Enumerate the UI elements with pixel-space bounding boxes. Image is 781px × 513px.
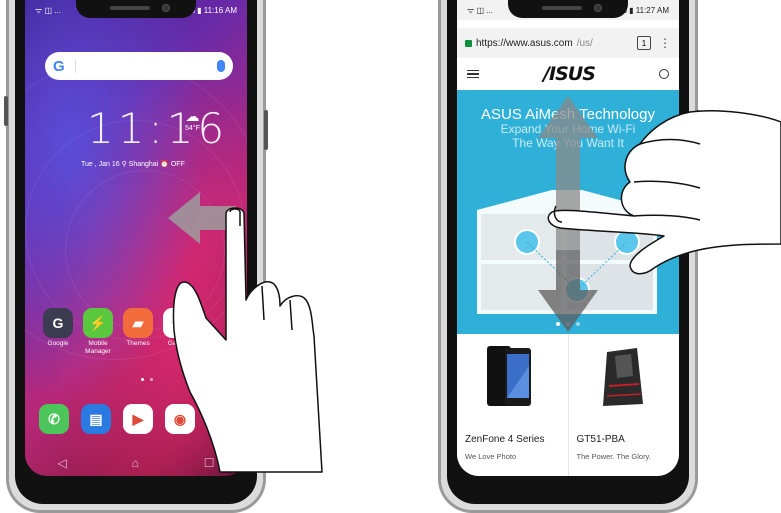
asus-logo[interactable]: /ISUS (543, 63, 596, 85)
hero-title: ASUS AiMesh Technology (481, 106, 655, 123)
app-icon: ✿ (163, 308, 193, 338)
browser-toolbar: https://www.asus.com/us/ 1 ⋮ (457, 28, 679, 58)
favorites-dock: ✆ ▤ ▶ ◉ ◙ (39, 404, 237, 434)
product-card[interactable]: GT51-PBA The Power. The Glory. (569, 334, 680, 476)
app-label: Gallery (167, 340, 189, 347)
product-name: GT51-PBA (576, 434, 625, 445)
page-dot (141, 378, 144, 381)
recent-apps-icon[interactable]: ☐ (204, 456, 215, 470)
app-label: Mobile Manager (85, 340, 111, 355)
camera-notch (508, 0, 628, 18)
app-themes[interactable]: ▰ Themes (123, 308, 153, 356)
cloud-icon: ☁ (185, 108, 200, 124)
phone-home-screen: ᯤ ◫ ... 86% ▮ 11:16 AM G 11:16 ☁ 54°F Tu… (4, 0, 268, 513)
volume-button (4, 96, 8, 126)
search-input[interactable] (75, 59, 217, 73)
app-icon: ✆ (39, 404, 69, 434)
carousel-dots (457, 322, 679, 326)
tab-switcher-button[interactable]: 1 (637, 36, 651, 50)
house-illustration (477, 186, 657, 314)
app-row: G Google ⚡ Mobile Manager ▰ Themes ✿ Gallery (43, 308, 193, 356)
site-header: /ISUS (457, 58, 679, 90)
phone-product-image (487, 346, 531, 406)
product-name: ZenFone 4 Series (465, 434, 545, 445)
app-messages[interactable]: ▤ (81, 404, 111, 434)
phone-browser: ᯤ ◫ ... 85% ▮ 11:27 AM https://www.asus.… (438, 0, 700, 513)
app-icon: ◙ (207, 404, 237, 434)
app-google[interactable]: G Google (43, 308, 73, 356)
app-camera[interactable]: ◙ (207, 404, 237, 434)
mic-icon[interactable] (217, 60, 225, 72)
desktop-product-image (602, 348, 643, 406)
page-indicator (141, 378, 153, 381)
hero-banner[interactable]: ASUS AiMesh Technology Expand Your Home … (457, 90, 679, 334)
hero-subtitle: Expand Your Home Wi-Fi The Way You Want … (500, 122, 636, 150)
manual-illustration: ᯤ ◫ ... 86% ▮ 11:16 AM G 11:16 ☁ 54°F Tu… (0, 0, 781, 513)
lock-icon (465, 39, 472, 47)
front-camera (162, 4, 170, 12)
menu-icon[interactable] (467, 69, 479, 79)
app-icon: ⚡ (83, 308, 113, 338)
phone-bezel: ᯤ ◫ ... 85% ▮ 11:27 AM https://www.asus.… (447, 0, 689, 504)
search-icon[interactable] (659, 69, 669, 79)
url-path: /us/ (576, 37, 593, 49)
status-icons-left: ᯤ ◫ ... (35, 5, 61, 15)
camera-notch (76, 0, 196, 18)
app-icon: G (43, 308, 73, 338)
product-tagline: We Love Photo (465, 452, 517, 461)
speaker-grille (110, 6, 150, 10)
status-icons-left: ᯤ ◫ ... (467, 5, 493, 15)
product-card[interactable]: ZenFone 4 Series We Love Photo (457, 334, 569, 476)
house-outline (477, 186, 657, 314)
address-bar[interactable]: https://www.asus.com/us/ (465, 32, 629, 54)
front-camera (594, 4, 602, 12)
app-label: Google (47, 340, 69, 347)
more-options-icon[interactable]: ⋮ (659, 36, 671, 50)
google-logo-icon: G (53, 57, 65, 75)
power-button (264, 110, 268, 150)
power-button (696, 110, 700, 150)
home-icon[interactable]: ⌂ (132, 456, 139, 470)
nav-bar: ◁ ⌂ ☐ (25, 450, 247, 476)
weather-widget[interactable]: ☁ 54°F (185, 108, 200, 132)
app-icon: ◉ (165, 404, 195, 434)
app-gallery[interactable]: ✿ Gallery (163, 308, 193, 356)
product-tagline: The Power. The Glory. (576, 452, 651, 461)
app-play-store[interactable]: ▶ (123, 404, 153, 434)
speaker-grille (542, 6, 582, 10)
clock-widget[interactable]: 11:16 (87, 104, 228, 153)
product-grid: ZenFone 4 Series We Love Photo GT51-PBA … (457, 334, 679, 476)
app-phone[interactable]: ✆ (39, 404, 69, 434)
back-icon[interactable]: ◁ (57, 456, 66, 470)
temperature: 54°F (185, 125, 200, 132)
google-search-bar[interactable]: G (45, 52, 233, 80)
browser-screen: ᯤ ◫ ... 85% ▮ 11:27 AM https://www.asus.… (457, 0, 679, 476)
app-icon: ▰ (123, 308, 153, 338)
app-chrome[interactable]: ◉ (165, 404, 195, 434)
app-label: Themes (126, 340, 150, 347)
page-dot (150, 378, 153, 381)
app-mobile-manager[interactable]: ⚡ Mobile Manager (83, 308, 113, 356)
home-screen: ᯤ ◫ ... 86% ▮ 11:16 AM G 11:16 ☁ 54°F Tu… (25, 0, 247, 476)
app-icon: ▤ (81, 404, 111, 434)
date-location-line: Tue , Jan 16 ⚲ Shanghai ⏰ OFF (81, 161, 185, 168)
phone-bezel: ᯤ ◫ ... 86% ▮ 11:16 AM G 11:16 ☁ 54°F Tu… (15, 0, 257, 504)
app-icon: ▶ (123, 404, 153, 434)
url-host: https://www.asus.com (476, 37, 573, 49)
